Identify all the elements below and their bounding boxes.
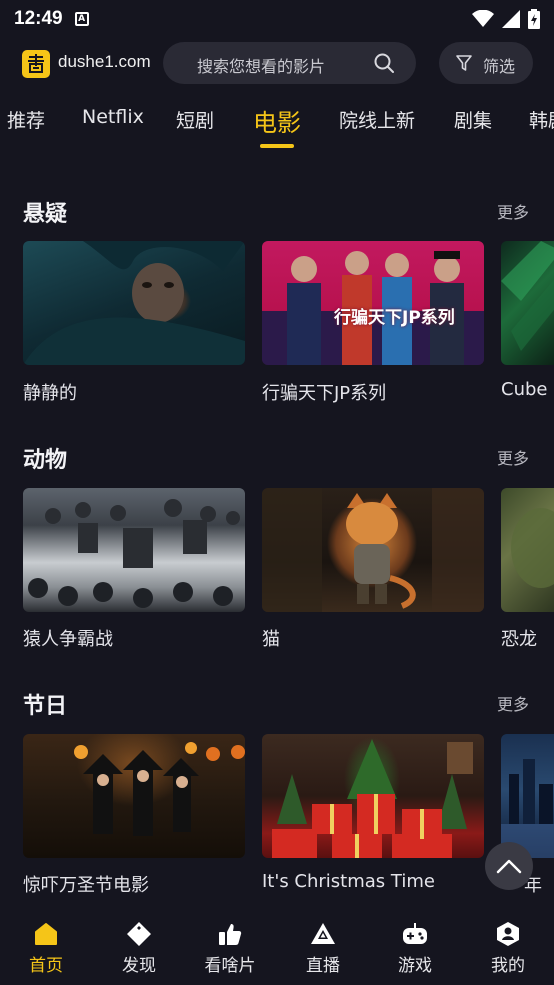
more-link-animals[interactable]: 更多 xyxy=(497,445,529,469)
tab-new-releases[interactable]: 院线上新 xyxy=(339,106,415,133)
movie-poster[interactable] xyxy=(262,734,484,858)
filter-button[interactable]: 筛选 xyxy=(439,42,533,84)
nav-label: 直播 xyxy=(306,956,340,976)
nav-home[interactable]: 首页 xyxy=(6,905,86,985)
movie-poster[interactable] xyxy=(262,488,484,612)
movie-poster[interactable]: 行骗天下JP系列 xyxy=(262,241,484,365)
category-tabs: 推荐 Netflix 短剧 电影 院线上新 剧集 韩剧 xyxy=(0,100,554,150)
nav-profile[interactable]: 我的 xyxy=(468,905,548,985)
section-title-animals: 动物 xyxy=(23,448,68,473)
more-link-suspense[interactable]: 更多 xyxy=(497,199,529,223)
gamepad-icon xyxy=(403,923,427,944)
tab-series[interactable]: 剧集 xyxy=(454,106,492,133)
movie-poster[interactable] xyxy=(501,241,554,365)
movie-poster[interactable] xyxy=(23,241,245,365)
poster-art xyxy=(501,241,554,351)
more-link-holiday[interactable]: 更多 xyxy=(497,691,529,715)
movie-title[interactable]: 静静的 xyxy=(23,379,77,405)
logo-icon xyxy=(28,54,44,73)
site-name[interactable]: dushe1.com xyxy=(58,52,151,72)
filter-label: 筛选 xyxy=(483,57,516,76)
filter-icon xyxy=(456,55,472,71)
thumbs-up-icon xyxy=(219,924,242,945)
nav-label: 首页 xyxy=(29,956,63,976)
nav-label: 看啥片 xyxy=(204,956,256,976)
nav-discover[interactable]: 发现 xyxy=(99,905,179,985)
movie-poster[interactable] xyxy=(501,734,554,858)
movie-poster[interactable] xyxy=(23,488,245,612)
battery-icon xyxy=(528,9,540,29)
nav-live[interactable]: 直播 xyxy=(283,905,363,985)
discover-icon xyxy=(127,922,151,946)
home-icon xyxy=(35,923,57,945)
poster-art xyxy=(272,739,473,858)
status-time: 12:49 xyxy=(14,8,63,29)
search-bar[interactable]: 搜索您想看的影片 xyxy=(163,42,416,84)
section-title-holiday: 节日 xyxy=(23,694,68,719)
movie-title[interactable]: 猫 xyxy=(262,625,280,651)
active-tab-indicator xyxy=(260,144,294,148)
signal-icon xyxy=(502,10,520,28)
movie-title[interactable]: 惊吓万圣节电影 xyxy=(23,871,149,897)
movie-title[interactable]: 猿人争霸战 xyxy=(23,625,113,651)
nav-label: 我的 xyxy=(491,956,525,976)
poster-art xyxy=(28,499,240,608)
poster-art xyxy=(511,508,554,588)
tab-netflix[interactable]: Netflix xyxy=(82,106,144,128)
status-bar: 12:49 A xyxy=(0,0,554,38)
poster-art xyxy=(23,241,245,365)
movie-title[interactable]: It's Christmas Time xyxy=(262,871,435,892)
search-placeholder[interactable]: 搜索您想看的影片 xyxy=(197,53,325,77)
wifi-icon xyxy=(472,10,494,27)
tab-movies[interactable]: 电影 xyxy=(253,103,301,138)
poster-art xyxy=(501,759,554,858)
nav-label: 发现 xyxy=(122,956,156,976)
poster-art xyxy=(74,742,245,836)
movie-poster[interactable] xyxy=(23,734,245,858)
bottom-navigation: 首页 发现 看啥片 直播 游戏 我的 xyxy=(0,905,554,985)
scroll-to-top-button[interactable] xyxy=(485,842,533,890)
tab-korean-drama[interactable]: 韩剧 xyxy=(529,106,554,133)
nav-what-to-watch[interactable]: 看啥片 xyxy=(190,905,270,985)
poster-title-text: 行骗天下JP系列 xyxy=(334,308,455,328)
top-bar: dushe1.com 搜索您想看的影片 筛选 xyxy=(0,42,554,86)
movie-title[interactable]: 行骗天下JP系列 xyxy=(262,379,386,405)
nav-label: 游戏 xyxy=(398,956,432,976)
notification-a-icon: A xyxy=(74,12,89,26)
poster-art xyxy=(262,488,484,612)
movie-title[interactable]: 恐龙 xyxy=(501,625,537,651)
profile-icon xyxy=(497,922,519,946)
status-icons xyxy=(472,9,540,29)
search-icon[interactable] xyxy=(374,53,394,73)
nav-games[interactable]: 游戏 xyxy=(375,905,455,985)
chevron-up-icon xyxy=(496,859,522,874)
section-title-suspense: 悬疑 xyxy=(23,202,68,227)
tab-recommend[interactable]: 推荐 xyxy=(7,106,45,133)
movie-title[interactable]: Cube xyxy=(501,379,547,400)
live-icon xyxy=(311,923,335,944)
app-logo[interactable] xyxy=(22,50,50,78)
movie-poster[interactable] xyxy=(501,488,554,612)
tab-short-drama[interactable]: 短剧 xyxy=(176,106,214,133)
